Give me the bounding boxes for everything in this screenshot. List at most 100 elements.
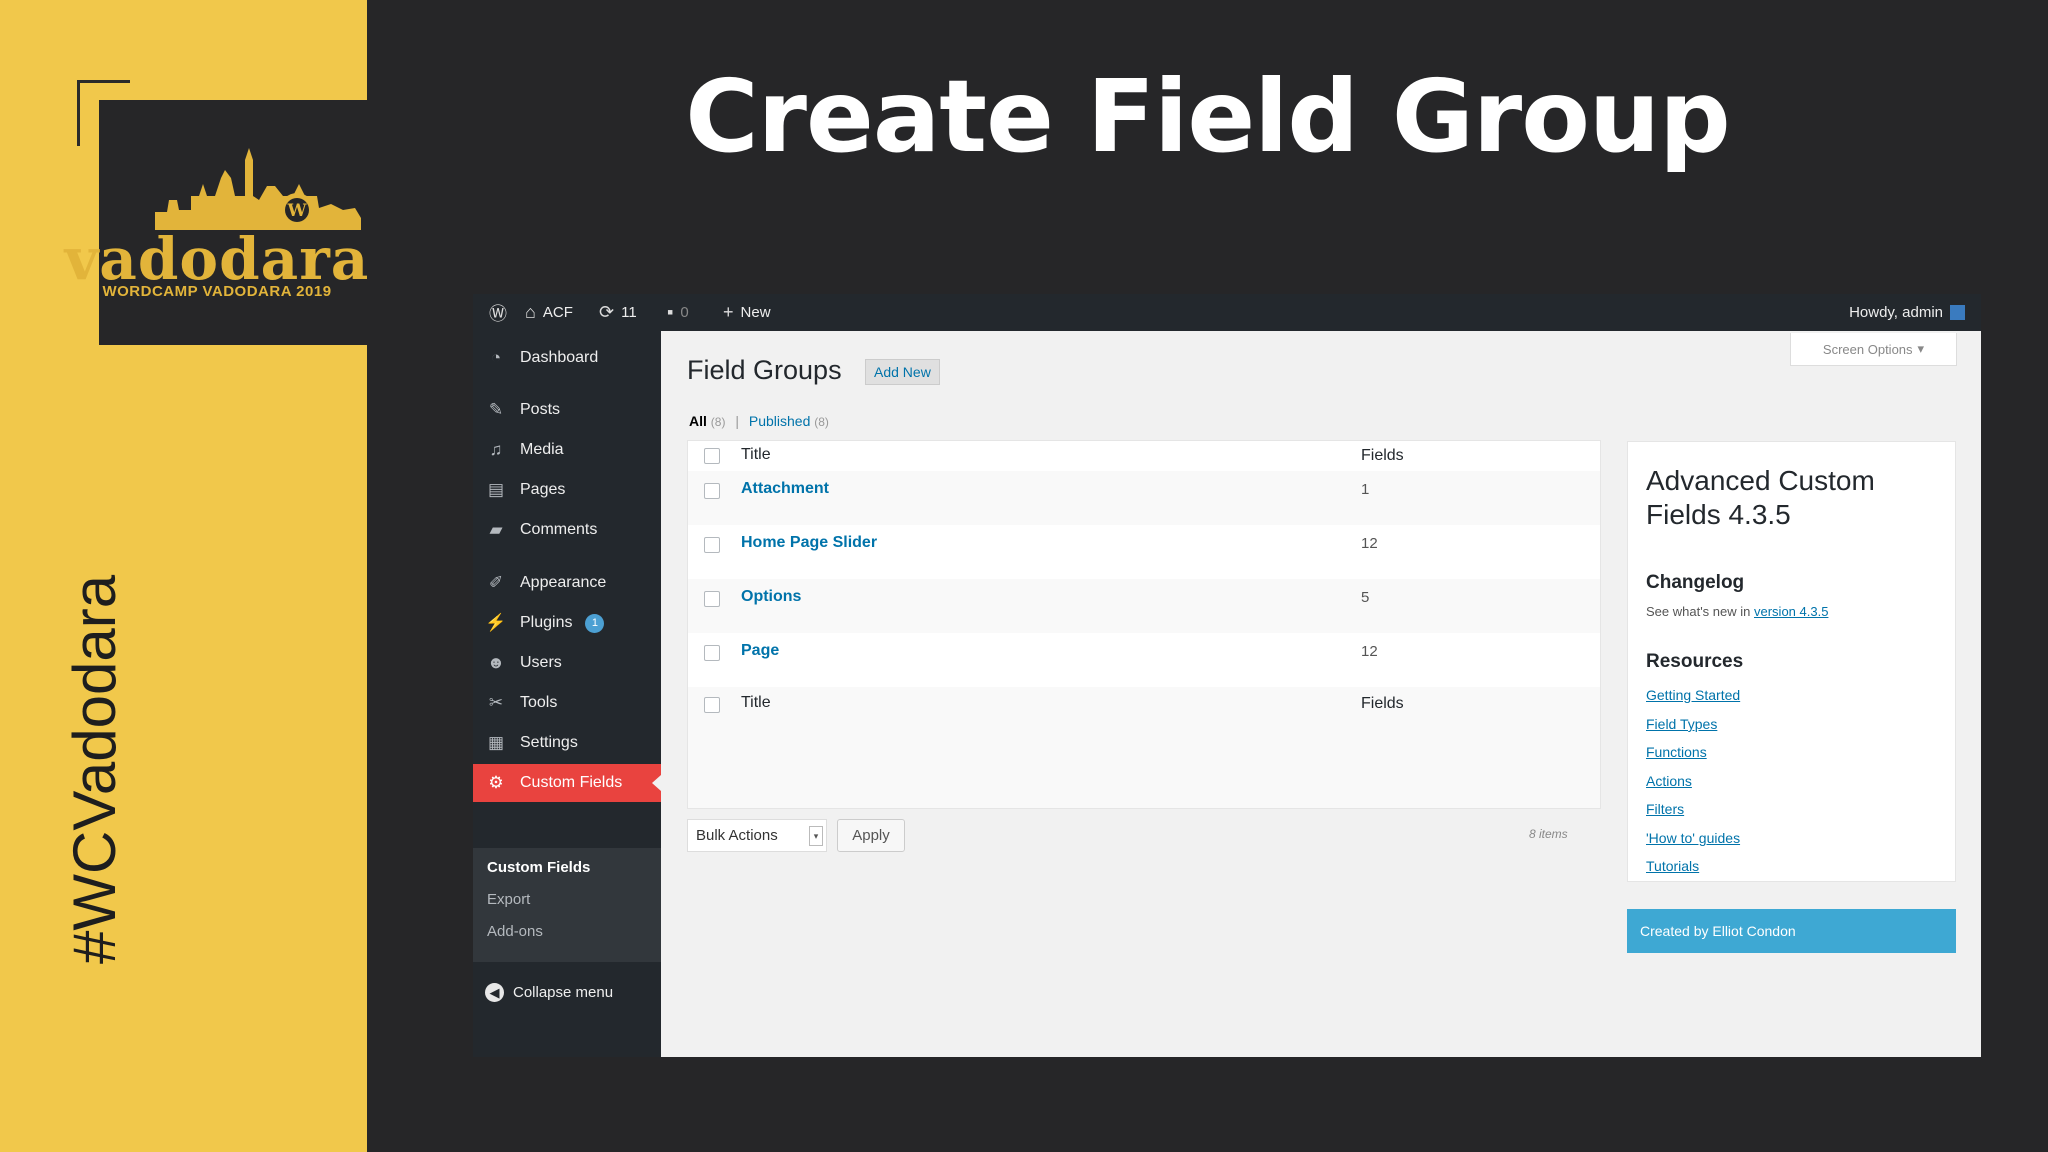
resource-link-actions[interactable]: Actions (1646, 773, 1692, 789)
table-footer-row: Title Fields (688, 687, 1600, 808)
sidebar-item-label: Settings (520, 734, 578, 751)
wordpress-logo-icon[interactable]: Ⓦ (489, 294, 507, 331)
sidebar-item-appearance[interactable]: ✐ Appearance (473, 564, 661, 602)
avatar (1950, 305, 1965, 320)
resource-link-tutorials[interactable]: Tutorials (1646, 858, 1699, 874)
comments-count: 0 (680, 304, 689, 321)
hashtag: #WCVadodara (61, 574, 128, 964)
dashboard-icon: ◔ (490, 348, 502, 367)
sidebar-item-comments[interactable]: ▰ Comments (473, 511, 661, 549)
wordpress-admin-screenshot: Ⓦ ⌂ ACF ⟳ 11 ▪ 0 + New Howdy, admin ◔ Das… (473, 294, 1981, 1057)
acf-version-title: Advanced Custom Fields 4.3.5 (1646, 465, 1875, 530)
resource-link-filters[interactable]: Filters (1646, 801, 1684, 817)
sidebar-item-label: Tools (520, 694, 558, 711)
filter-all[interactable]: All (689, 413, 707, 429)
filter-published[interactable]: Published (749, 413, 811, 429)
acf-credit-bar: Created by Elliot Condon (1627, 909, 1956, 953)
column-fields-footer: Fields (1361, 695, 1404, 712)
field-group-link[interactable]: Home Page Slider (741, 534, 877, 552)
sidebar-item-plugins[interactable]: ⚡ Plugins 1 (473, 604, 661, 642)
sidebar-item-label: Comments (520, 521, 598, 538)
submenu-item-export[interactable]: Export (487, 891, 530, 908)
screen-options-label: Screen Options (1822, 341, 1913, 357)
slide-title: Create Field Group (685, 58, 1730, 175)
resource-link-field-types[interactable]: Field Types (1646, 716, 1717, 732)
collapse-menu-label: Collapse menu (513, 984, 614, 1001)
sidebar-item-label: Custom Fields (520, 774, 623, 791)
sidebar-item-label: Posts (520, 401, 561, 418)
plus-icon: + (723, 302, 734, 322)
plugins-update-badge: 1 (585, 613, 605, 633)
sidebar-item-users[interactable]: ☻ Users (473, 644, 661, 682)
field-group-link[interactable]: Options (741, 588, 801, 606)
row-checkbox[interactable] (704, 483, 720, 499)
select-arrow-icon: ▾ (809, 826, 823, 846)
acf-info-box: Advanced Custom Fields 4.3.5 Changelog S… (1627, 441, 1956, 882)
admin-bar: Ⓦ ⌂ ACF ⟳ 11 ▪ 0 + New Howdy, admin (473, 294, 1981, 331)
fields-count: 5 (1361, 589, 1370, 606)
filter-all-count: (8) (710, 415, 726, 429)
comment-icon: ▰ (489, 520, 503, 539)
apply-button[interactable]: Apply (837, 819, 905, 852)
plug-icon: ⚡ (485, 613, 507, 632)
resource-link-getting-started[interactable]: Getting Started (1646, 687, 1740, 703)
sidebar-item-media[interactable]: ♫ Media (473, 431, 661, 469)
row-checkbox[interactable] (704, 537, 720, 553)
column-title-footer[interactable]: Title (741, 694, 771, 712)
sidebar-item-tools[interactable]: ✂ Tools (473, 684, 661, 722)
sidebar-item-label: Dashboard (520, 349, 599, 366)
new-label: New (740, 304, 771, 321)
resource-link-how-to-guides[interactable]: 'How to' guides (1646, 830, 1740, 846)
field-group-link[interactable]: Page (741, 642, 779, 660)
updates-link[interactable]: ⟳ 11 (599, 294, 637, 331)
collapse-arrow-icon: ◀ (485, 983, 504, 1002)
resources-heading: Resources (1646, 651, 1744, 672)
table-row: Home Page Slider 12 (688, 525, 1600, 579)
collapse-menu-button[interactable]: ◀ Collapse menu (485, 983, 613, 1002)
comment-icon: ▪ (667, 302, 674, 322)
sidebar-item-posts[interactable]: ✎ Posts (473, 391, 661, 429)
row-checkbox[interactable] (704, 645, 720, 661)
wordcamp-vadodara-logo: W vadodara WORDCAMP VADODARA 2019 (65, 100, 368, 345)
resource-link-functions[interactable]: Functions (1646, 744, 1707, 760)
table-header-row: Title Fields (688, 441, 1600, 471)
sidebar-item-pages[interactable]: ▤ Pages (473, 471, 661, 509)
sidebar-item-label: Users (520, 654, 562, 671)
howdy-label: Howdy, admin (1849, 304, 1943, 321)
pin-icon: ✎ (488, 400, 504, 419)
submenu-item-add-ons[interactable]: Add-ons (487, 923, 543, 940)
sidebar-item-custom-fields[interactable]: ⚙ Custom Fields (473, 764, 661, 802)
new-content-link[interactable]: + New (723, 294, 771, 331)
account-menu[interactable]: Howdy, admin (1849, 294, 1965, 331)
pages-icon: ▤ (487, 480, 505, 499)
site-name-label: ACF (542, 304, 573, 321)
bulk-actions-select[interactable]: Bulk Actions ▾ (687, 819, 827, 852)
screen-options-button[interactable]: Screen Options ▾ (1790, 333, 1957, 366)
table-row: Page 12 (688, 633, 1600, 687)
changelog-text: See what's new in version 4.3.5 (1646, 604, 1828, 619)
select-all-checkbox-footer[interactable] (704, 697, 720, 713)
custom-fields-submenu: Custom Fields Export Add-ons (473, 848, 661, 962)
sidebar-item-settings[interactable]: ▦ Settings (473, 724, 661, 762)
sidebar-item-dashboard[interactable]: ◔ Dashboard (473, 339, 661, 377)
status-filters: All (8) | Published (8) (689, 413, 829, 429)
gear-icon: ⚙ (488, 773, 504, 792)
changelog-version-link[interactable]: version 4.3.5 (1754, 604, 1828, 619)
fields-count: 12 (1361, 643, 1378, 660)
table-row: Options 5 (688, 579, 1600, 633)
field-groups-table: Title Fields Attachment 1 Home Page Slid… (687, 440, 1601, 809)
page-title: Field Groups (687, 355, 842, 385)
site-name-link[interactable]: ⌂ ACF (525, 294, 573, 331)
add-new-button[interactable]: Add New (865, 359, 940, 385)
submenu-item-custom-fields[interactable]: Custom Fields (487, 859, 590, 876)
updates-count: 11 (621, 304, 637, 321)
media-icon: ♫ (489, 440, 503, 459)
select-all-checkbox[interactable] (704, 448, 720, 464)
user-icon: ☻ (487, 653, 505, 672)
column-title-header[interactable]: Title (741, 446, 771, 464)
main-content: Screen Options ▾ Field Groups Add New Al… (661, 331, 1981, 1057)
brush-icon: ✐ (488, 573, 504, 592)
comments-link[interactable]: ▪ 0 (667, 294, 689, 331)
row-checkbox[interactable] (704, 591, 720, 607)
field-group-link[interactable]: Attachment (741, 480, 829, 498)
